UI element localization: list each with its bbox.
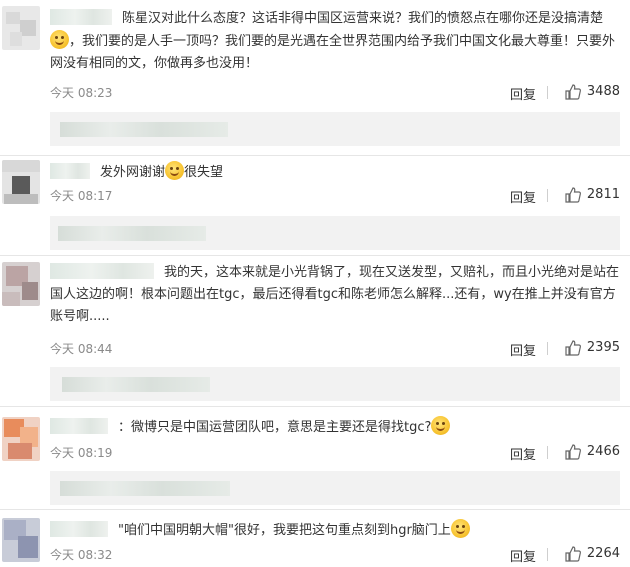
comment-item: "咱们中国明朝大帽"很好，我要把这句重点刻到hgr脑门上 今天 08:32 回复… bbox=[0, 510, 630, 567]
comment-text: 陈星汉对此什么态度？这话非得中国区运营来说？我们的愤怒点在哪你还是没搞清楚 ，我… bbox=[50, 9, 616, 71]
comment-meta: 今天 08:17 回复 2811 bbox=[50, 186, 620, 206]
comment-text: 我的天，这本来就是小光背锅了，现在又送发型，又赔礼，而且小光绝对是站在国人这边的… bbox=[50, 263, 620, 324]
sweat-smile-emoji-icon bbox=[165, 161, 185, 180]
comment-item: 陈星汉对此什么态度？这话非得中国区运营来说？我们的愤怒点在哪你还是没搞清楚 ，我… bbox=[0, 0, 630, 150]
confused-emoji-icon bbox=[431, 416, 451, 435]
username[interactable] bbox=[50, 418, 108, 434]
like-count: 2811 bbox=[586, 187, 620, 202]
comment-meta: 今天 08:23 回复 3488 bbox=[50, 83, 620, 103]
blurred-reply-text bbox=[58, 226, 206, 241]
comment-text: "咱们中国明朝大帽"很好，我要把这句重点刻到hgr脑门上 bbox=[50, 519, 620, 542]
thumbs-up-icon[interactable] bbox=[564, 339, 582, 357]
blurred-reply-text bbox=[60, 122, 228, 137]
avatar[interactable] bbox=[2, 160, 40, 204]
avatar[interactable] bbox=[2, 6, 40, 50]
blurred-reply-text bbox=[60, 481, 230, 496]
comment-time: 今天 08:19 bbox=[50, 446, 113, 460]
sub-reply-preview[interactable] bbox=[50, 216, 620, 250]
comment-item: ：微博只是中国运营团队吧，意思是主要还是得找tgc? 今天 08:19 回复 2… bbox=[0, 407, 630, 507]
reply-button[interactable]: 回复 bbox=[510, 340, 536, 359]
smile-emoji-icon bbox=[50, 30, 69, 49]
username[interactable] bbox=[50, 9, 112, 25]
comment-text: ：微博只是中国运营团队吧，意思是主要还是得找tgc? bbox=[50, 416, 620, 439]
comment-meta: 今天 08:32 回复 2264 bbox=[50, 545, 620, 565]
thumbs-up-icon[interactable] bbox=[564, 545, 582, 563]
thumbs-up-icon[interactable] bbox=[564, 443, 582, 461]
comment-meta: 今天 08:19 回复 2466 bbox=[50, 443, 620, 463]
sub-reply-preview[interactable] bbox=[50, 471, 620, 505]
username[interactable] bbox=[50, 163, 90, 179]
divider bbox=[547, 342, 548, 355]
divider bbox=[547, 86, 548, 99]
reply-button[interactable]: 回复 bbox=[510, 546, 536, 565]
avatar[interactable] bbox=[2, 417, 40, 461]
comment-time: 今天 08:32 bbox=[50, 548, 113, 562]
divider bbox=[547, 446, 548, 459]
divider bbox=[547, 189, 548, 202]
sub-reply-preview[interactable] bbox=[50, 112, 620, 146]
username[interactable] bbox=[50, 263, 154, 279]
username[interactable] bbox=[50, 521, 108, 537]
comment-meta: 今天 08:44 回复 2395 bbox=[50, 339, 620, 359]
like-count: 2466 bbox=[586, 444, 620, 459]
thumbs-up-icon[interactable] bbox=[564, 186, 582, 204]
thumbs-up-icon[interactable] bbox=[564, 83, 582, 101]
like-count: 2395 bbox=[586, 340, 620, 355]
blurred-reply-text bbox=[62, 377, 210, 392]
like-count: 2264 bbox=[586, 546, 620, 561]
reply-button[interactable]: 回复 bbox=[510, 444, 536, 463]
comment-time: 今天 08:17 bbox=[50, 189, 113, 203]
reply-button[interactable]: 回复 bbox=[510, 187, 536, 206]
comment-time: 今天 08:44 bbox=[50, 342, 113, 356]
comment-item: 我的天，这本来就是小光背锅了，现在又送发型，又赔礼，而且小光绝对是站在国人这边的… bbox=[0, 256, 630, 406]
comment-text: 发外网谢谢 很失望 bbox=[50, 161, 620, 184]
comment-item: 发外网谢谢 很失望 今天 08:17 回复 2811 bbox=[0, 156, 630, 256]
divider bbox=[547, 548, 548, 561]
like-count: 3488 bbox=[586, 84, 620, 99]
avatar[interactable] bbox=[2, 262, 40, 306]
smile-emoji-icon bbox=[450, 519, 470, 538]
reply-button[interactable]: 回复 bbox=[510, 84, 536, 103]
sub-reply-preview[interactable] bbox=[50, 367, 620, 401]
avatar[interactable] bbox=[2, 518, 40, 562]
comment-time: 今天 08:23 bbox=[50, 86, 113, 100]
